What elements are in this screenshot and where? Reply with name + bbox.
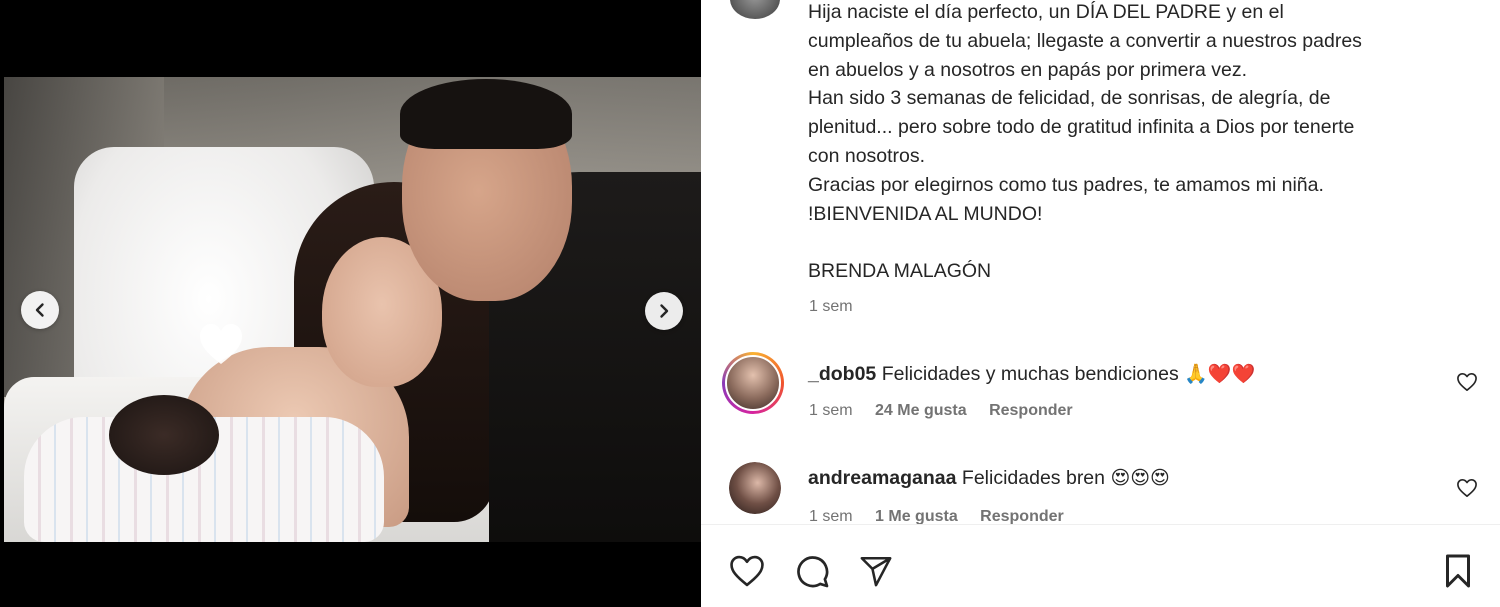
commenter-avatar[interactable] <box>722 352 784 414</box>
caption-line: Gracias por elegirnos como tus padres, t… <box>808 173 1324 196</box>
comment-likes[interactable]: 1 Me gusta <box>875 508 958 525</box>
post-side-panel: Hija naciste el día perfecto, un DÍA DEL… <box>701 0 1500 607</box>
caption-line: Han sido 3 semanas de felicidad, de sonr… <box>808 87 1331 110</box>
caption-line <box>808 228 1468 257</box>
comment-button[interactable] <box>792 551 832 591</box>
heart-icon <box>730 555 764 587</box>
comment-likes[interactable]: 24 Me gusta <box>875 402 967 419</box>
comment-text: _dob05 Felicidades y muchas bendiciones … <box>808 362 1255 386</box>
reply-button[interactable]: Responder <box>989 402 1073 419</box>
chevron-right-icon <box>660 304 669 318</box>
comment-meta: 1 sem 24 Me gusta Responder <box>809 402 1091 420</box>
post-photo <box>4 77 701 542</box>
post-caption: Hija naciste el día perfecto, un DÍA DEL… <box>808 0 1468 286</box>
heart-icon[interactable] <box>1456 372 1478 392</box>
comment-emojis: 😍😍😍 <box>1110 467 1170 489</box>
carousel-prev-button[interactable] <box>21 291 59 329</box>
caption-line: cumpleaños de tu abuela; llegaste a conv… <box>808 29 1362 52</box>
comment-time[interactable]: 1 sem <box>809 402 853 419</box>
comment-body: Felicidades y muchas bendiciones <box>881 363 1179 385</box>
heart-sticker-icon <box>200 324 242 364</box>
bookmark-icon <box>1446 554 1470 588</box>
caption-line: plenitud... pero sobre todo de gratitud … <box>808 116 1355 139</box>
post-action-bar <box>701 524 1500 607</box>
share-button[interactable] <box>856 551 896 591</box>
heart-icon[interactable] <box>1456 478 1478 498</box>
caption-timestamp[interactable]: 1 sem <box>809 298 853 316</box>
caption-line: Hija naciste el día perfecto, un DÍA DEL… <box>808 1 1284 23</box>
chevron-left-icon <box>35 303 44 317</box>
send-icon <box>860 556 892 587</box>
comment-icon <box>797 556 829 588</box>
commenter-avatar[interactable] <box>729 462 781 514</box>
carousel-next-button[interactable] <box>645 292 683 330</box>
post-media <box>0 0 701 607</box>
comment-body: Felicidades bren <box>961 467 1106 489</box>
comment-text: andreamaganaa Felicidades bren 😍😍😍 <box>808 467 1170 490</box>
author-avatar[interactable] <box>730 0 780 19</box>
caption-line: con nosotros. <box>808 144 926 167</box>
comment-emojis: 🙏❤️❤️ <box>1184 363 1256 385</box>
save-button[interactable] <box>1438 551 1478 591</box>
caption-line: !BIENVENIDA AL MUNDO! <box>808 202 1043 225</box>
comment-username[interactable]: andreamaganaa <box>808 467 957 489</box>
caption-line: en abuelos y a nosotros en papás por pri… <box>808 58 1248 81</box>
reply-button[interactable]: Responder <box>980 508 1064 525</box>
comment-username[interactable]: _dob05 <box>808 363 876 385</box>
comment-time[interactable]: 1 sem <box>809 508 853 525</box>
caption-signature: BRENDA MALAGÓN <box>808 260 992 283</box>
like-button[interactable] <box>727 551 767 591</box>
